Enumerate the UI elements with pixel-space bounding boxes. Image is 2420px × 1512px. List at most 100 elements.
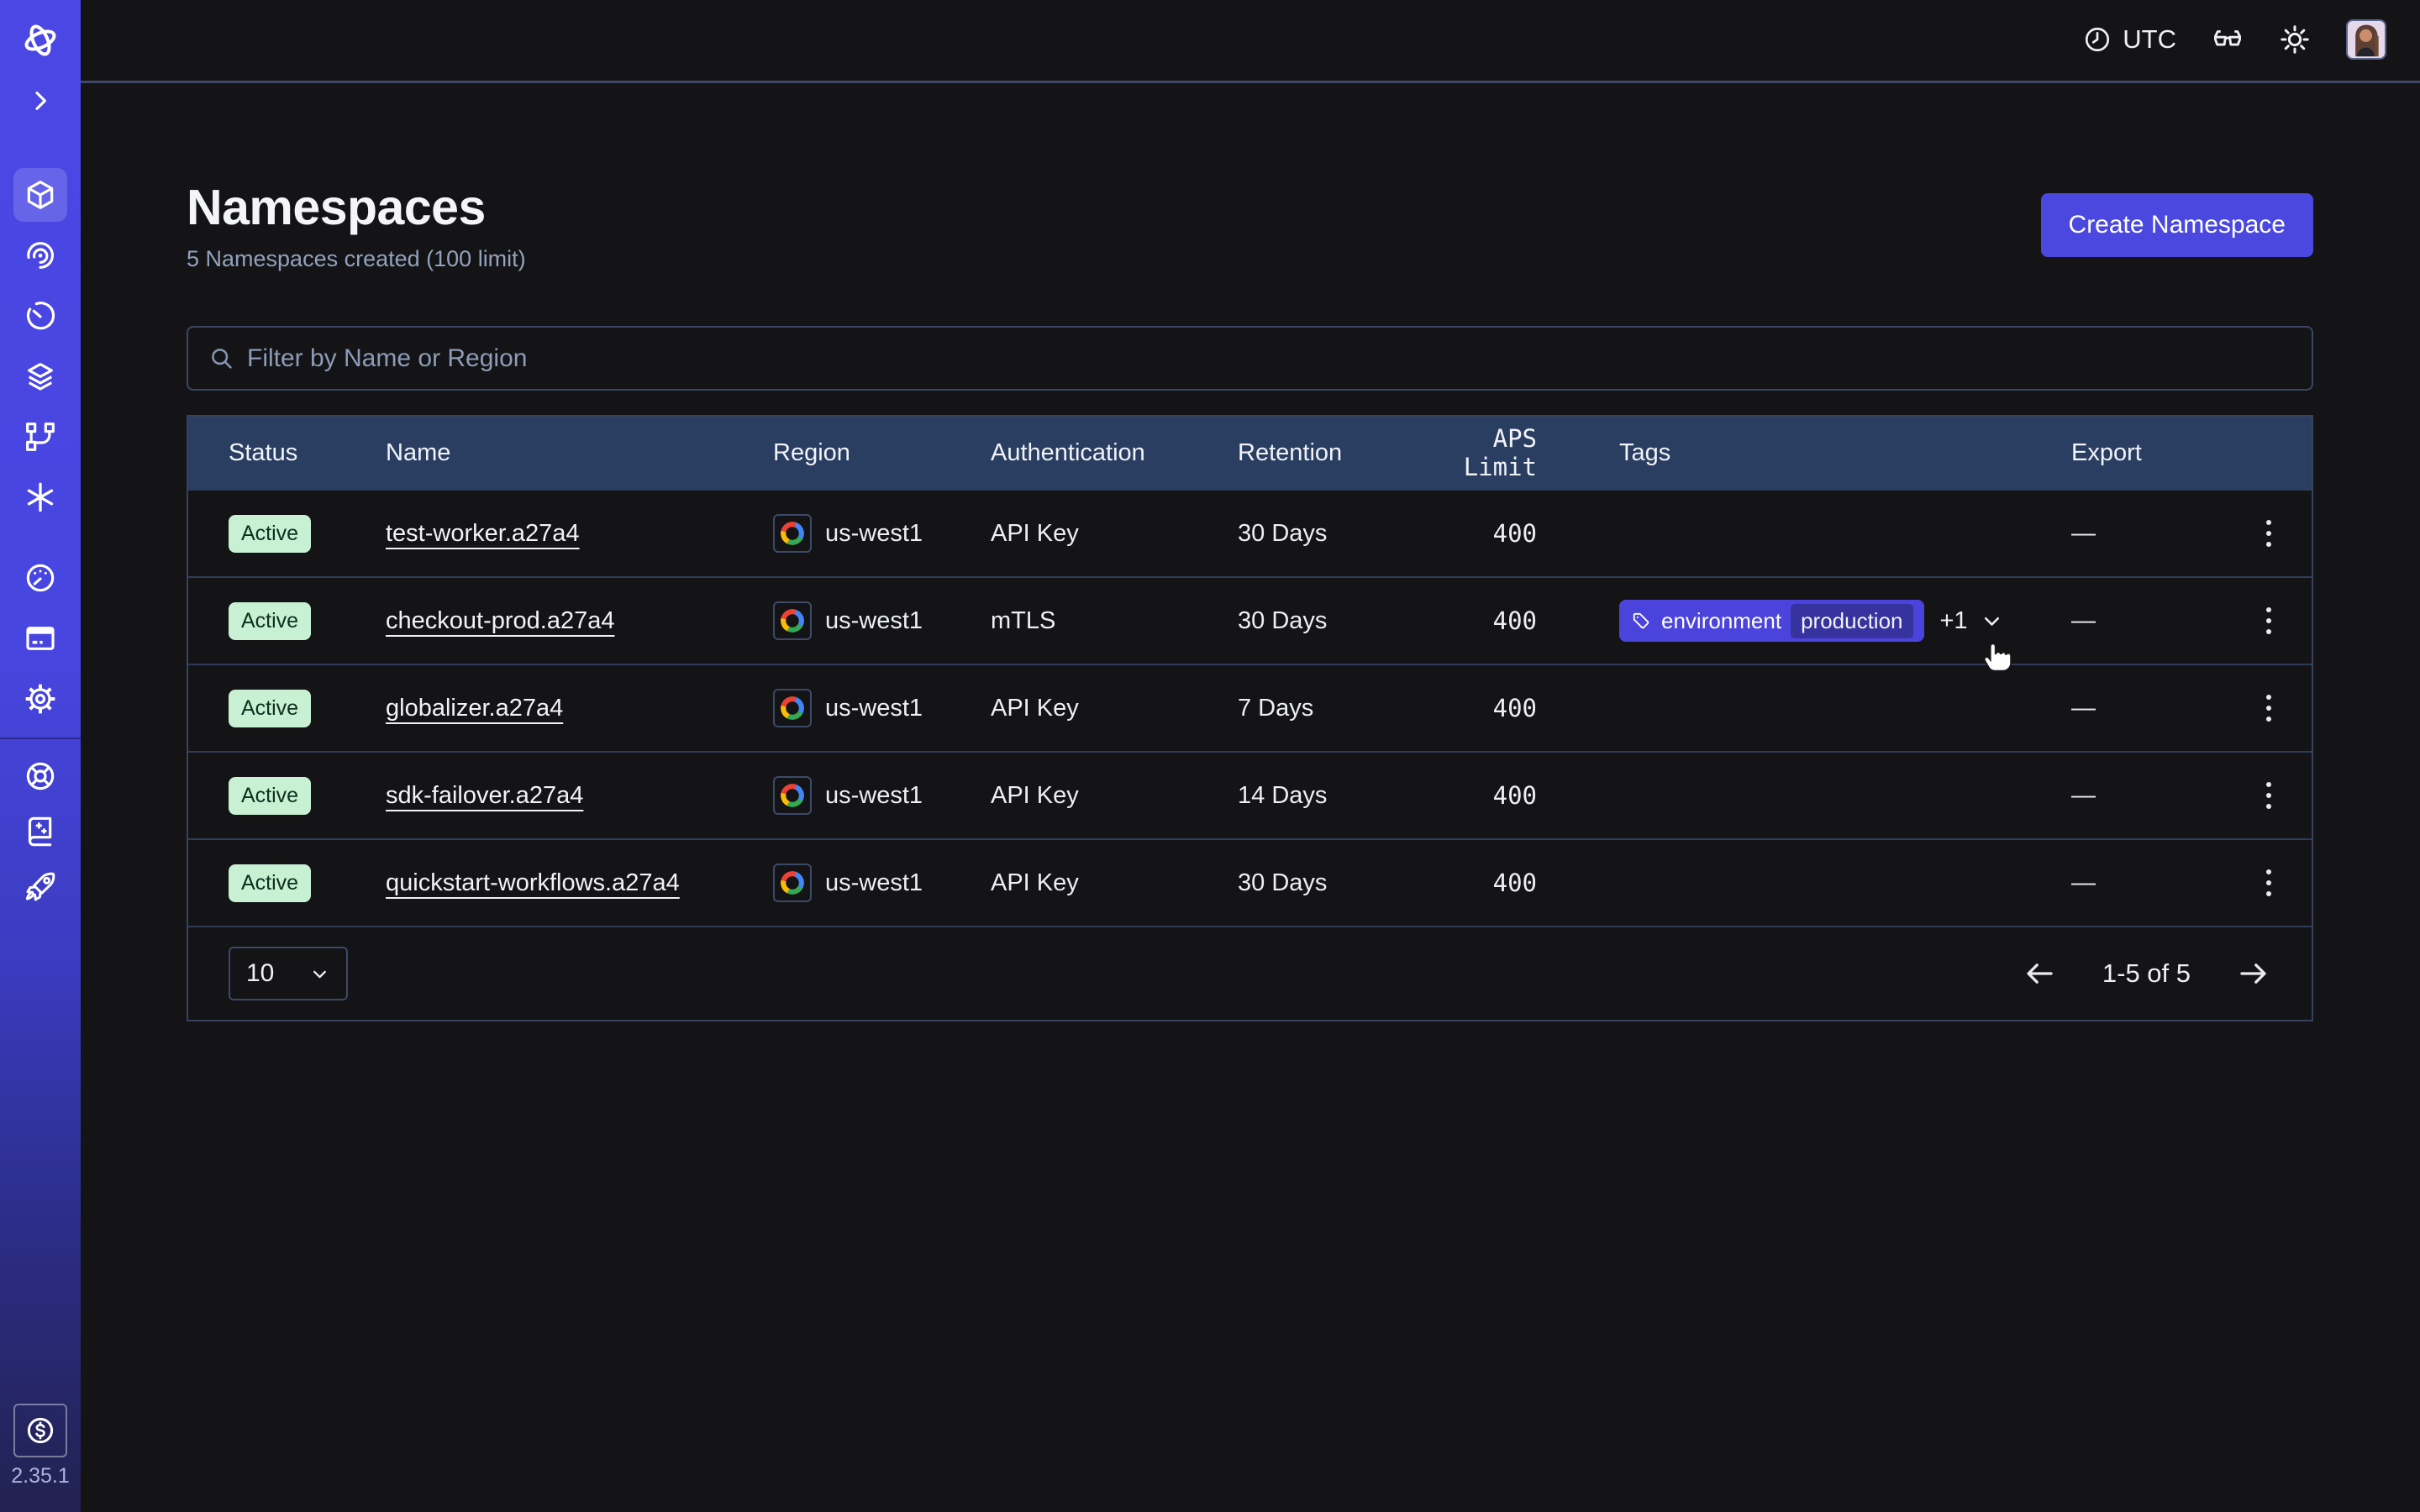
tag-value: production <box>1791 604 1912 638</box>
status-badge: Active <box>229 864 311 902</box>
namespace-link[interactable]: quickstart-workflows.a27a4 <box>386 869 680 896</box>
main-content: Namespaces 5 Namespaces created (100 lim… <box>81 86 2420 1512</box>
col-tags: Tags <box>1619 439 2071 467</box>
aps-limit-cell: 400 <box>1429 781 1619 810</box>
sidebar-item-docs[interactable] <box>13 805 67 858</box>
namespace-link[interactable]: checkout-prod.a27a4 <box>386 607 614 634</box>
auth-cell: mTLS <box>991 607 1238 635</box>
timezone-label: UTC <box>2123 24 2176 55</box>
aps-limit-cell: 400 <box>1429 519 1619 548</box>
page-title: Namespaces <box>187 179 526 236</box>
book-sparkles-icon <box>24 815 57 848</box>
namespace-link[interactable]: globalizer.a27a4 <box>386 695 563 722</box>
region-label: us-west1 <box>825 782 923 810</box>
status-badge: Active <box>229 602 311 640</box>
col-authentication: Authentication <box>991 439 1238 467</box>
table-row: Active quickstart-workflows.a27a4 us-wes… <box>188 838 2312 926</box>
table-header-row: Status Name Region Authentication Retent… <box>188 417 2312 489</box>
topbar: UTC <box>81 0 2420 83</box>
retention-cell: 7 Days <box>1238 695 1429 722</box>
sidebar-item-settings[interactable] <box>13 672 67 726</box>
export-cell: — <box>2071 695 2241 722</box>
status-badge: Active <box>229 777 311 815</box>
aps-limit-cell: 400 <box>1429 606 1619 635</box>
export-cell: — <box>2071 782 2241 810</box>
gcp-cloud-icon <box>773 864 812 902</box>
namespace-link[interactable]: sdk-failover.a27a4 <box>386 782 583 809</box>
user-avatar[interactable] <box>2346 19 2386 60</box>
row-actions-menu[interactable] <box>2263 690 2275 727</box>
sidebar-item-usage[interactable] <box>13 551 67 605</box>
filter-input[interactable] <box>247 328 2312 389</box>
tags-expand-chevron[interactable] <box>1981 610 2003 633</box>
sidebar-item-namespaces[interactable] <box>13 168 67 222</box>
sidebar-item-task-queues[interactable] <box>13 349 67 403</box>
row-actions-menu[interactable] <box>2263 864 2275 901</box>
page-header: Namespaces 5 Namespaces created (100 lim… <box>187 179 2313 272</box>
arrow-right-icon <box>2236 956 2271 991</box>
tags-more-count: +1 <box>1940 607 1968 635</box>
cube-icon <box>24 178 57 212</box>
auth-cell: API Key <box>991 695 1238 722</box>
retention-cell: 14 Days <box>1238 782 1429 810</box>
table-row: Active test-worker.a27a4 us-west1 API Ke… <box>188 489 2312 576</box>
col-name: Name <box>386 439 773 467</box>
browser-window-icon <box>24 622 57 655</box>
labs-toggle-button[interactable] <box>2212 24 2244 55</box>
gcp-cloud-icon <box>773 601 812 640</box>
previous-page-button[interactable] <box>2022 956 2057 991</box>
export-cell: — <box>2071 520 2241 548</box>
tag-icon <box>1631 611 1652 632</box>
filter-bar <box>187 326 2313 391</box>
col-export: Export <box>2071 439 2241 467</box>
aps-limit-cell: 400 <box>1429 869 1619 897</box>
glasses-icon <box>2212 24 2244 55</box>
chevron-down-icon <box>1981 610 2003 633</box>
tags-cell: environment production +1 <box>1619 600 2071 642</box>
row-actions-menu[interactable] <box>2263 515 2275 552</box>
export-cell: — <box>2071 869 2241 897</box>
namespace-link[interactable]: test-worker.a27a4 <box>386 520 580 547</box>
region-label: us-west1 <box>825 607 923 635</box>
sidebar-divider <box>0 738 81 739</box>
sidebar-nav-primary <box>13 168 67 524</box>
money-badge-icon <box>24 1415 56 1446</box>
retention-cell: 30 Days <box>1238 869 1429 897</box>
sidebar-item-schedules[interactable] <box>13 289 67 343</box>
sun-icon <box>2279 24 2311 55</box>
clock-icon <box>2083 25 2112 54</box>
branch-icon <box>24 420 57 454</box>
status-badge: Active <box>229 515 311 553</box>
table-footer: 10 1-5 of 5 <box>188 926 2312 1020</box>
create-namespace-button[interactable]: Create Namespace <box>2041 193 2313 257</box>
sidebar-item-deployments[interactable] <box>13 410 67 464</box>
temporal-logo-icon[interactable] <box>13 13 67 67</box>
sidebar-item-support[interactable] <box>13 749 67 803</box>
asterisk-icon <box>24 480 57 514</box>
theme-toggle-button[interactable] <box>2279 24 2311 55</box>
row-actions-menu[interactable] <box>2263 777 2275 814</box>
region-label: us-west1 <box>825 695 923 722</box>
row-actions-menu[interactable] <box>2263 602 2275 639</box>
table-row: Active globalizer.a27a4 us-west1 API Key… <box>188 664 2312 751</box>
sidebar-item-workflows[interactable] <box>13 228 67 282</box>
next-page-button[interactable] <box>2236 956 2271 991</box>
page-size-value: 10 <box>246 959 274 988</box>
gcp-cloud-icon <box>773 514 812 553</box>
sidebar-nav-account <box>13 551 67 726</box>
sidebar-item-getting-started[interactable] <box>13 860 67 914</box>
timezone-button[interactable]: UTC <box>2083 24 2176 55</box>
pricing-button[interactable] <box>13 1404 67 1457</box>
sidebar-item-nexus[interactable] <box>13 470 67 524</box>
col-retention: Retention <box>1238 439 1429 467</box>
life-ring-icon <box>24 759 57 793</box>
pagination-range: 1-5 of 5 <box>2102 958 2191 989</box>
gear-icon <box>24 682 57 716</box>
page-size-select[interactable]: 10 <box>229 947 348 1000</box>
tag-key: environment <box>1661 608 1781 634</box>
sidebar-expand-chevron-icon[interactable] <box>13 74 67 128</box>
tag-pill[interactable]: environment production <box>1619 600 1924 642</box>
sidebar-nav-help <box>13 749 67 914</box>
region-label: us-west1 <box>825 520 923 548</box>
sidebar-item-billing[interactable] <box>13 612 67 665</box>
